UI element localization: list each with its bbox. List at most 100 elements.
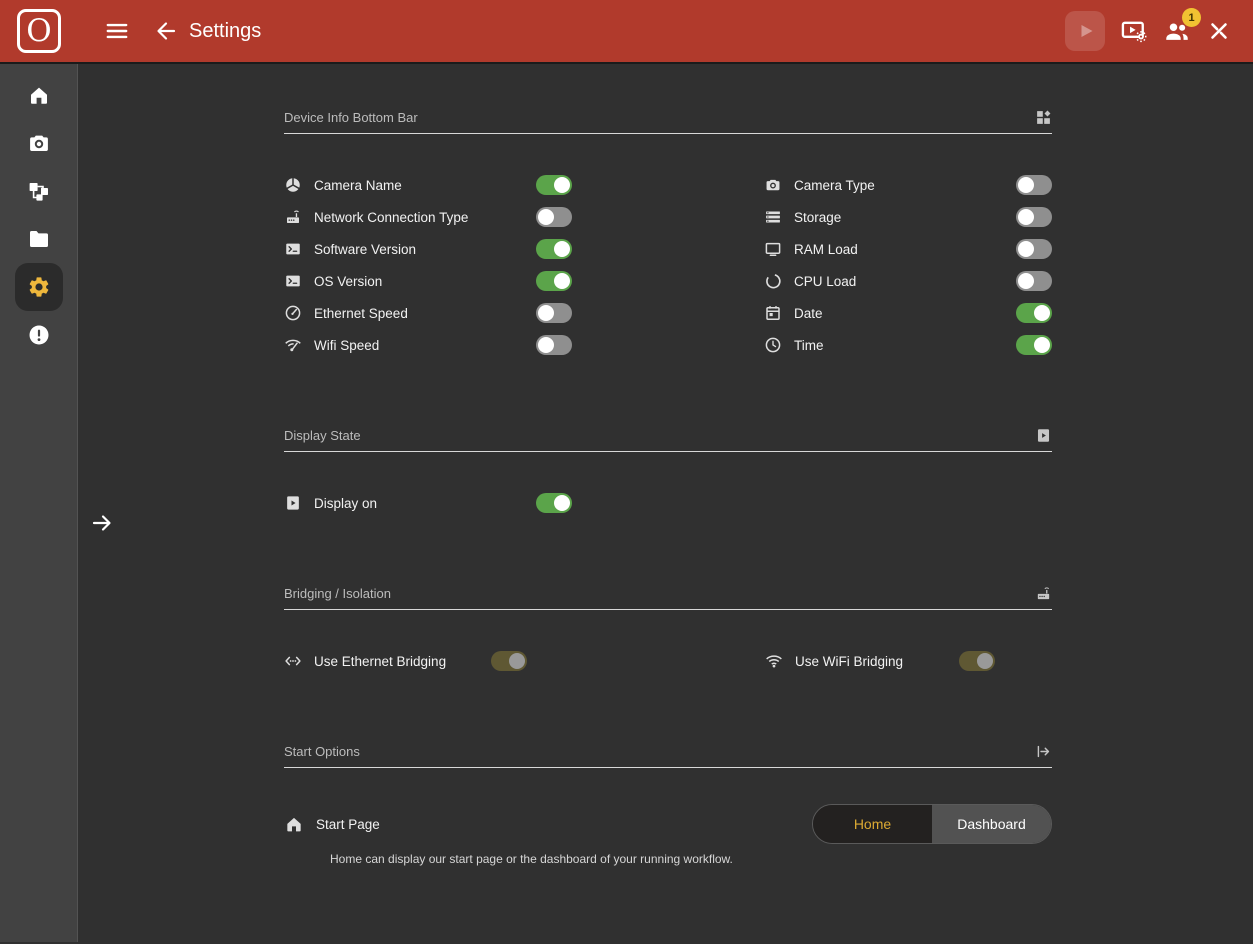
section-title: Display State	[284, 428, 361, 443]
sidebar-item-alerts[interactable]	[15, 311, 63, 359]
users-button[interactable]: 1	[1163, 17, 1191, 45]
logo-letter: O	[26, 16, 51, 47]
setting-row: Time	[764, 329, 1052, 361]
start-page-helper-text: Home can display our start page or the d…	[330, 852, 1052, 866]
play-button-disabled[interactable]	[1065, 11, 1105, 51]
back-button[interactable]	[154, 19, 178, 43]
sidebar-item-settings[interactable]	[15, 263, 63, 311]
toggle-ram-load[interactable]	[1016, 239, 1052, 259]
setting-label: CPU Load	[794, 274, 856, 289]
section-title: Device Info Bottom Bar	[284, 110, 418, 125]
video-settings-button[interactable]	[1120, 17, 1148, 45]
topbar-actions: 1	[1065, 11, 1232, 51]
section-title: Start Options	[284, 744, 360, 759]
toggle-knob	[538, 209, 554, 225]
app-bar: O Settings	[0, 0, 1253, 64]
setting-row: Storage	[764, 201, 1052, 233]
camera-icon	[764, 176, 782, 194]
home-icon	[27, 83, 51, 107]
page-title: Settings	[189, 20, 261, 43]
toggle-knob	[1034, 305, 1050, 321]
toggle-time[interactable]	[1016, 335, 1052, 355]
setting-label: Camera Type	[794, 178, 875, 193]
toggle-knob	[1018, 209, 1034, 225]
settings-content: Device Info Bottom Bar	[78, 64, 1253, 942]
toggle-knob	[554, 273, 570, 289]
section-device-info: Device Info Bottom Bar	[284, 107, 1052, 361]
sidebar-item-network[interactable]	[15, 167, 63, 215]
toggle-network-connection-type[interactable]	[536, 207, 572, 227]
terminal-icon	[284, 240, 302, 258]
toggle-knob	[1018, 241, 1034, 257]
close-button[interactable]	[1206, 18, 1232, 44]
sidebar-item-files[interactable]	[15, 215, 63, 263]
toggle-date[interactable]	[1016, 303, 1052, 323]
home-icon	[284, 814, 304, 834]
error-icon	[27, 323, 51, 347]
setting-row: Use Ethernet Bridging	[284, 645, 527, 677]
drawer-expand-button[interactable]	[90, 511, 114, 535]
slideshow-icon	[284, 494, 302, 512]
segment-dashboard[interactable]: Dashboard	[932, 805, 1051, 843]
toggle-wifi-bridging[interactable]	[959, 651, 995, 671]
setting-label: Network Connection Type	[314, 210, 468, 225]
setting-row: Camera Name	[284, 169, 572, 201]
play-icon	[1073, 19, 1097, 43]
setting-label: Start Page	[316, 817, 380, 832]
toggle-os-version[interactable]	[536, 271, 572, 291]
setting-row: Use WiFi Bridging	[765, 645, 995, 677]
router-icon	[284, 208, 302, 226]
toggle-knob	[538, 305, 554, 321]
section-start-options: Start Options Start Page Home Dashboard	[284, 741, 1052, 866]
toggle-wifi-speed[interactable]	[536, 335, 572, 355]
setting-label: OS Version	[314, 274, 382, 289]
toggle-knob	[1034, 337, 1050, 353]
toggle-camera-name[interactable]	[536, 175, 572, 195]
logo-frame: O	[17, 9, 61, 53]
section-divider	[284, 609, 1052, 610]
toggle-ethernet-speed[interactable]	[536, 303, 572, 323]
setting-label: Camera Name	[314, 178, 402, 193]
setting-label: Ethernet Speed	[314, 306, 408, 321]
folder-icon	[27, 227, 51, 251]
wifi-icon	[765, 652, 783, 670]
router-icon	[1035, 585, 1052, 602]
toggle-knob	[554, 495, 570, 511]
toggle-knob	[538, 337, 554, 353]
setting-row: Wifi Speed	[284, 329, 572, 361]
sidebar-item-camera[interactable]	[15, 119, 63, 167]
toggle-camera-type[interactable]	[1016, 175, 1052, 195]
toggle-storage[interactable]	[1016, 207, 1052, 227]
setting-label: Wifi Speed	[314, 338, 379, 353]
section-title: Bridging / Isolation	[284, 586, 391, 601]
toggle-cpu-load[interactable]	[1016, 271, 1052, 291]
section-divider	[284, 451, 1052, 452]
video-settings-icon	[1120, 17, 1148, 45]
setting-label: Software Version	[314, 242, 416, 257]
toggle-display-on[interactable]	[536, 493, 572, 513]
gear-icon	[27, 275, 51, 299]
setting-row: Camera Type	[764, 169, 1052, 201]
setting-row: CPU Load	[764, 265, 1052, 297]
arrow-right-icon	[90, 511, 114, 535]
toggle-software-version[interactable]	[536, 239, 572, 259]
toggle-knob	[554, 177, 570, 193]
section-divider	[284, 133, 1052, 134]
start-arrow-icon	[1035, 743, 1052, 760]
arrow-left-icon	[154, 19, 178, 43]
setting-label: Use Ethernet Bridging	[314, 654, 446, 669]
segment-home[interactable]: Home	[813, 805, 932, 843]
camera-icon	[27, 131, 51, 155]
setting-label: Time	[794, 338, 824, 353]
notification-badge: 1	[1182, 8, 1201, 27]
setting-label: Date	[794, 306, 823, 321]
toggle-ethernet-bridging[interactable]	[491, 651, 527, 671]
menu-button[interactable]	[104, 18, 130, 44]
network-tree-icon	[27, 179, 51, 203]
speedometer-icon	[284, 304, 302, 322]
setting-row: Ethernet Speed	[284, 297, 572, 329]
terminal-icon	[284, 272, 302, 290]
monitor-icon	[764, 240, 782, 258]
sidebar-item-home[interactable]	[15, 71, 63, 119]
sidebar-nav	[0, 64, 78, 942]
